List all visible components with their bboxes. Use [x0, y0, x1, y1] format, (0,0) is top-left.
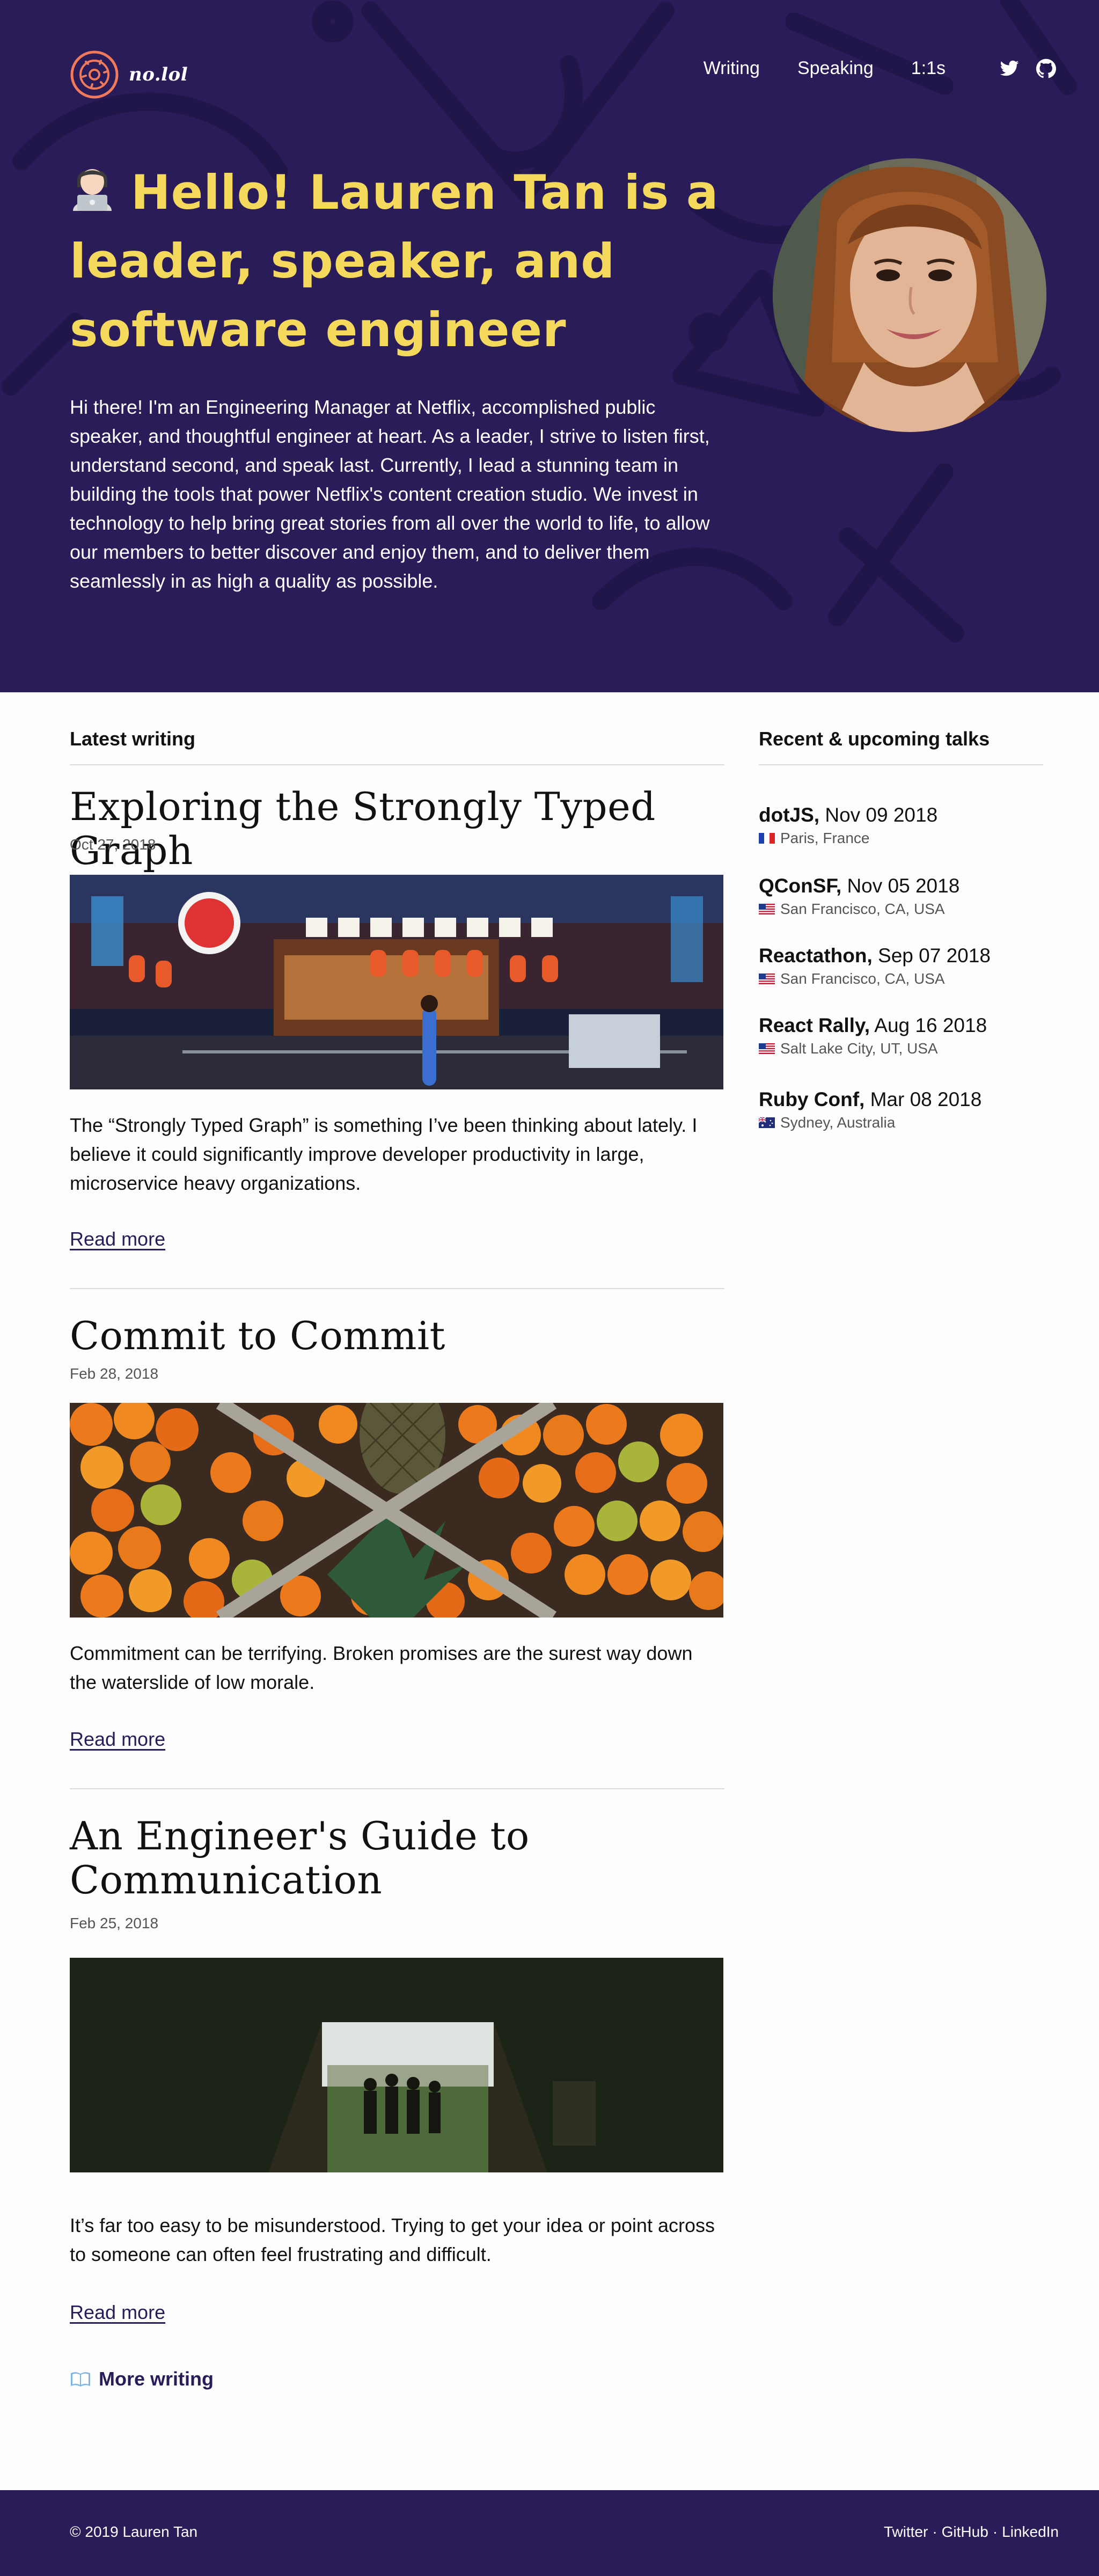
read-more-link[interactable]: Read more [70, 1228, 165, 1250]
talk-location: Salt Lake City, UT, USA [780, 1040, 938, 1057]
people-in-tunnel-image [70, 1958, 723, 2172]
post-date: Feb 28, 2018 [70, 1365, 159, 1382]
talk-date: Sep 07 2018 [878, 945, 991, 967]
talk-name: dotJS, [759, 804, 820, 826]
footer-links: Twitter · GitHub · LinkedIn [884, 2523, 1059, 2541]
post-excerpt: The “Strongly Typed Graph” is something … [70, 1114, 698, 1194]
talk-item[interactable]: Ruby Conf, Mar 08 2018 Sydney, Australia [759, 1087, 981, 1133]
talk-item[interactable]: React Rally, Aug 16 2018 Salt Lake City,… [759, 1013, 987, 1059]
talk-name: Ruby Conf, [759, 1088, 865, 1110]
talk-name: Reactathon, [759, 945, 873, 967]
more-writing-link[interactable]: More writing [70, 2368, 214, 2390]
hero-heading: Hello! Lauren Tan is a leader, speaker, … [70, 158, 724, 364]
flag-usa-icon [759, 974, 775, 984]
footer-separator: · [992, 2523, 998, 2540]
twitter-icon[interactable] [999, 58, 1020, 79]
post-title[interactable]: Commit to Commit [70, 1314, 724, 1358]
flag-usa-icon [759, 904, 775, 914]
post-date: Feb 25, 2018 [70, 1915, 159, 1931]
profile-photo [773, 158, 1046, 432]
section-divider [70, 764, 724, 765]
read-more-link[interactable]: Read more [70, 2301, 165, 2324]
hero-intro-paragraph: Hi there! I'm an Engineering Manager at … [70, 396, 710, 592]
site-logo-text: no.lol [129, 64, 188, 85]
talk-date: Nov 09 2018 [825, 804, 938, 826]
post-date: Oct 27, 2018 [70, 836, 156, 853]
post-title[interactable]: An Engineer's Guide to Communication [70, 1814, 553, 1902]
donut-logo-icon [70, 50, 119, 99]
post-cover-image[interactable] [70, 1958, 723, 2172]
more-writing-label: More writing [99, 2368, 214, 2390]
footer-separator: · [932, 2523, 937, 2540]
technologist-emoji-icon [73, 169, 112, 211]
talks-heading: Recent & upcoming talks [759, 728, 990, 750]
talk-date: Aug 16 2018 [874, 1014, 987, 1036]
post-cover-image[interactable] [70, 1403, 723, 1618]
hero-section: no.lol Writing Speaking 1:1s Hello! Laur… [0, 0, 1099, 692]
open-book-icon [71, 2372, 90, 2387]
talk-item[interactable]: QConSF, Nov 05 2018 San Francisco, CA, U… [759, 874, 959, 920]
post-excerpt: Commitment can be terrifying. Broken pro… [70, 1642, 693, 1693]
profile-portrait-illustration [773, 158, 1046, 432]
night-market-street-image [70, 875, 723, 1089]
post-title[interactable]: Exploring the Strongly Typed Graph [70, 785, 746, 873]
footer-twitter-link[interactable]: Twitter [884, 2523, 928, 2541]
talk-item[interactable]: dotJS, Nov 09 2018 Paris, France [759, 803, 937, 849]
oranges-and-pineapple-crate-image [70, 1403, 723, 1618]
section-divider [759, 764, 1043, 765]
talk-name: React Rally, [759, 1014, 870, 1036]
hero-heading-text: Hello! Lauren Tan is a leader, speaker, … [70, 165, 719, 357]
post-cover-image[interactable] [70, 875, 723, 1089]
nav-writing-link[interactable]: Writing [704, 58, 760, 79]
talk-date: Nov 05 2018 [847, 875, 960, 897]
flag-france-icon [759, 833, 775, 844]
main-navigation: Writing Speaking 1:1s [704, 58, 1056, 79]
latest-writing-heading: Latest writing [70, 728, 196, 750]
nav-speaking-link[interactable]: Speaking [797, 58, 874, 79]
talk-name: QConSF, [759, 875, 842, 897]
site-logo-link[interactable]: no.lol [70, 50, 188, 99]
footer-copyright: © 2019 Lauren Tan [70, 2523, 198, 2540]
post-divider [70, 1788, 724, 1789]
flag-usa-icon [759, 1043, 775, 1054]
talk-date: Mar 08 2018 [870, 1088, 982, 1110]
post-divider [70, 1288, 724, 1289]
talk-location: Paris, France [780, 830, 870, 846]
talk-location: San Francisco, CA, USA [780, 901, 945, 917]
footer-linkedin-link[interactable]: LinkedIn [1002, 2523, 1059, 2541]
footer-github-link[interactable]: GitHub [942, 2523, 988, 2541]
nav-one-on-ones-link[interactable]: 1:1s [911, 58, 946, 79]
post-excerpt: It’s far too easy to be misunderstood. T… [70, 2214, 715, 2265]
read-more-link[interactable]: Read more [70, 1728, 165, 1751]
flag-australia-icon [759, 1117, 775, 1128]
site-footer: © 2019 Lauren Tan Twitter · GitHub · Lin… [0, 2490, 1099, 2576]
talk-item[interactable]: Reactathon, Sep 07 2018 San Francisco, C… [759, 943, 991, 990]
talk-location: San Francisco, CA, USA [780, 970, 945, 987]
talk-location: Sydney, Australia [780, 1114, 896, 1131]
github-icon[interactable] [1036, 58, 1056, 79]
